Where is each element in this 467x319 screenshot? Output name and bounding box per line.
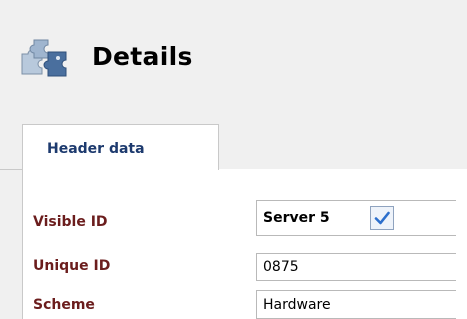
unique-id-field[interactable]: 0875 [256,253,456,281]
visible-id-value: Server 5 [263,210,330,226]
tab-label: Header data [47,141,145,157]
details-header: Details [0,0,467,122]
page-title: Details [92,42,193,71]
unique-id-value: 0875 [263,259,299,275]
unique-id-label: Unique ID [33,258,111,274]
puzzle-pieces-icon [18,36,74,80]
scheme-field[interactable]: Hardware [256,290,456,319]
scheme-value: Hardware [263,297,331,313]
visible-id-field: Server 5 [256,200,456,236]
scheme-label: Scheme [33,297,95,313]
visible-id-label: Visible ID [33,214,108,230]
tab-header-data[interactable]: Header data [22,124,219,170]
checkmark-icon [374,211,390,225]
visible-id-checkbox[interactable] [370,206,394,230]
